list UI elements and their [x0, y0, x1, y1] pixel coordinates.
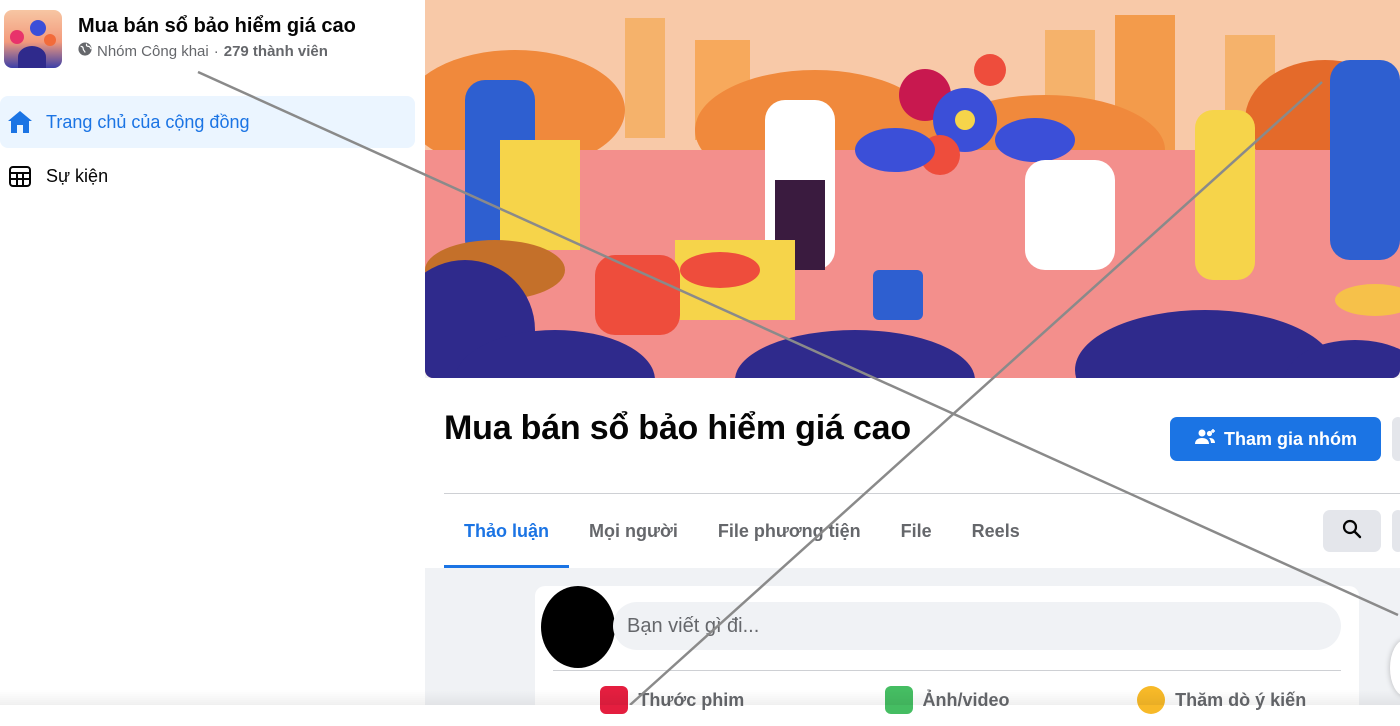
photo-video-button[interactable]: Ảnh/video	[810, 686, 1085, 714]
join-group-label: Tham gia nhóm	[1223, 428, 1357, 449]
sidebar: Mua bán sổ bảo hiểm giá cao Nhóm Công kh…	[0, 0, 425, 705]
group-search-button[interactable]	[1323, 510, 1381, 552]
sidebar-item-label: Sự kiện	[46, 165, 109, 186]
group-members-icon	[1194, 428, 1216, 451]
composer-divider	[553, 670, 1341, 671]
meta-separator: ·	[213, 42, 219, 60]
search-icon	[1342, 519, 1362, 544]
sidebar-item-label: Trang chủ của cộng đồng	[46, 111, 250, 132]
reels-icon	[600, 686, 629, 714]
group-tabs: Thảo luận Mọi người File phương tiện Fil…	[444, 494, 1040, 568]
tab-discussion[interactable]: Thảo luận	[444, 494, 569, 568]
member-count[interactable]: 279 thành viên	[224, 43, 328, 60]
group-name[interactable]: Mua bán sổ bảo hiểm giá cao	[78, 14, 356, 38]
main-content: Mua bán sổ bảo hiểm giá cao Tham gia nhó…	[425, 0, 1400, 726]
reels-button[interactable]: Thước phim	[535, 686, 810, 714]
group-meta: Nhóm Công khai · 279 thành viên	[78, 42, 356, 60]
poll-button[interactable]: Thăm dò ý kiến	[1084, 686, 1359, 714]
action-label: Ảnh/video	[922, 689, 1010, 710]
photo-icon	[884, 686, 913, 714]
tab-reels[interactable]: Reels	[952, 494, 1040, 568]
tab-media[interactable]: File phương tiện	[698, 494, 881, 568]
privacy-label[interactable]: Nhóm Công khai	[97, 43, 209, 60]
group-header: Mua bán sổ bảo hiểm giá cao Nhóm Công kh…	[4, 10, 356, 68]
sidebar-item-community-home[interactable]: Trang chủ của cộng đồng	[0, 96, 415, 148]
post-composer: Bạn viết gì đi... Thước phim Ảnh/video T…	[535, 586, 1359, 726]
poll-icon	[1137, 686, 1166, 714]
post-input-placeholder: Bạn viết gì đi...	[627, 614, 760, 637]
tab-files[interactable]: File	[881, 494, 952, 568]
post-input[interactable]: Bạn viết gì đi...	[613, 602, 1341, 650]
action-label: Thước phim	[638, 689, 745, 710]
tab-people[interactable]: Mọi người	[569, 494, 698, 568]
join-group-button[interactable]: Tham gia nhóm	[1170, 417, 1381, 461]
home-icon	[5, 107, 35, 137]
action-label: Thăm dò ý kiến	[1175, 689, 1307, 710]
composer-actions: Thước phim Ảnh/video Thăm dò ý kiến	[535, 686, 1359, 714]
sidebar-item-events[interactable]: Sự kiện	[0, 150, 415, 202]
group-thumbnail[interactable]	[4, 10, 62, 68]
calendar-table-icon	[5, 161, 35, 191]
globe-icon	[78, 42, 92, 60]
tab-more-button[interactable]	[1392, 510, 1400, 552]
avatar[interactable]	[541, 586, 615, 668]
page-title: Mua bán sổ bảo hiểm giá cao	[444, 409, 911, 447]
cover-photo[interactable]	[425, 0, 1400, 378]
more-options-button[interactable]	[1392, 417, 1400, 461]
group-header-panel: Mua bán sổ bảo hiểm giá cao Tham gia nhó…	[425, 378, 1400, 568]
